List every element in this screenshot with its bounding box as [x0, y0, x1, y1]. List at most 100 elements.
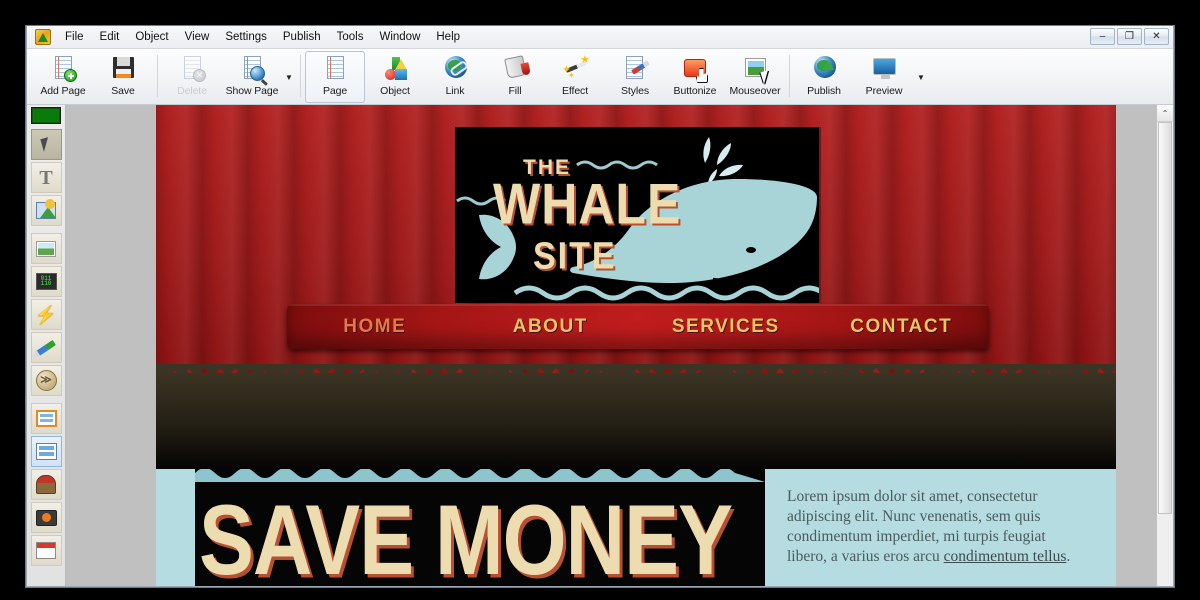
promo-banner[interactable]: SAVE MONEY [195, 469, 765, 586]
page-delete-icon: ✕ [177, 55, 207, 83]
sidebar-item-select-arrow-tool[interactable] [30, 129, 62, 160]
menu-item-help[interactable]: Help [428, 28, 468, 47]
zigzag-divider [156, 364, 1116, 376]
sidebar-item-marquee-tool[interactable]: ≫ [30, 365, 62, 396]
vertical-scrollbar[interactable]: ⌃ [1156, 105, 1173, 586]
toolbar-label: Show Page [225, 85, 279, 97]
color-swatch[interactable] [31, 107, 61, 124]
panel-icon [35, 443, 57, 460]
content-section: SAVE MONEY Lorem ipsum dolor sit amet, c… [156, 469, 1116, 586]
page-brush-icon [620, 55, 650, 83]
body-copy-text-end: . [1066, 548, 1071, 566]
body-copy-link[interactable]: condimentum tellus [944, 548, 1067, 565]
menu-item-object[interactable]: Object [127, 28, 176, 47]
sidebar-item-calendar-tool[interactable] [30, 535, 62, 566]
toolbar-label: Link [445, 85, 465, 97]
design-canvas[interactable]: THE WHALE SITE HOME ABOUT SERVICES CONTA… [66, 105, 1173, 586]
toolbar-separator [789, 55, 790, 97]
sidebar-item-panel-tool[interactable] [30, 436, 62, 467]
toolbar-link-button[interactable]: Link [425, 51, 485, 103]
toolbar-buttonize-button[interactable]: Buttonize [665, 51, 725, 103]
form-icon [35, 410, 57, 427]
scroll-up-arrow-icon[interactable]: ⌃ [1157, 105, 1173, 122]
page-add-icon [48, 55, 78, 83]
main-toolbar: Add Page Save ✕ Delete Show Page ▼ Page … [27, 49, 1173, 105]
nav-link-services[interactable]: SERVICES [638, 316, 814, 338]
code-monitor-icon: 011 110 [35, 273, 57, 290]
nav-link-home[interactable]: HOME [287, 316, 463, 338]
toolbar-label: Page [322, 85, 348, 97]
toolbar-preview-button[interactable]: Preview [854, 51, 914, 103]
toolbar-effect-button[interactable]: ✦ ★ ✦ Effect [545, 51, 605, 103]
toolbar-save-button[interactable]: Save [93, 51, 153, 103]
floppy-disk-icon [108, 55, 138, 83]
site-logo[interactable]: THE WHALE SITE [455, 127, 821, 303]
sidebar-item-eyedropper-tool[interactable] [30, 332, 62, 363]
canvas-scroll-area[interactable]: THE WHALE SITE HOME ABOUT SERVICES CONTA… [66, 105, 1156, 586]
arrow-cursor-icon [40, 137, 52, 152]
jukebox-icon [36, 475, 56, 494]
window-controls: – ❐ ✕ [1090, 28, 1169, 45]
web-page-preview[interactable]: THE WHALE SITE HOME ABOUT SERVICES CONTA… [156, 105, 1116, 586]
menu-item-tools[interactable]: Tools [329, 28, 372, 47]
promo-headline: SAVE MONEY [199, 484, 733, 586]
menu-item-view[interactable]: View [177, 28, 218, 47]
lightning-bolt-icon: ⚡ [34, 304, 58, 325]
logo-line-whale: WHALE [493, 171, 682, 236]
toolbar-publish-button[interactable]: Publish [794, 51, 854, 103]
menu-item-settings[interactable]: Settings [217, 28, 275, 47]
toolbar-label: Preview [865, 85, 903, 97]
photo-arrow-cursor-icon [740, 55, 772, 84]
site-navigation[interactable]: HOME ABOUT SERVICES CONTACT [287, 304, 989, 349]
toolbar-object-button[interactable]: Object [365, 51, 425, 103]
menu-item-window[interactable]: Window [371, 28, 428, 47]
toolbar-add-page-button[interactable]: Add Page [33, 51, 93, 103]
scallop-wave-border [195, 469, 765, 482]
editor-body: T 011 110 ⚡ ≫ THE WHALE SITE HOME ABOUT … [27, 105, 1173, 586]
shapes-icon [380, 55, 410, 83]
sidebar-item-image-tool[interactable] [30, 233, 62, 264]
toolbar-mouseover-button[interactable]: Mouseover [725, 51, 785, 103]
picture-icon [36, 240, 56, 257]
sidebar-item-audio-tool[interactable] [30, 469, 62, 500]
sidebar-item-action-tool[interactable]: ⚡ [30, 299, 62, 330]
toolbar-styles-button[interactable]: Styles [605, 51, 665, 103]
body-copy: Lorem ipsum dolor sit amet, consectetur … [765, 469, 1116, 586]
menu-bar: File Edit Object View Settings Publish T… [27, 26, 1173, 49]
nav-link-about[interactable]: ABOUT [463, 316, 639, 338]
toolbar-label: Publish [807, 85, 841, 97]
toolbar-separator [157, 55, 158, 97]
preview-dropdown-caret[interactable]: ▼ [914, 51, 928, 103]
restore-button[interactable]: ❐ [1117, 28, 1142, 45]
nav-link-contact[interactable]: CONTACT [814, 316, 990, 338]
sidebar-item-shape-tool[interactable] [30, 195, 62, 226]
sidebar-item-html-code-tool[interactable]: 011 110 [30, 266, 62, 297]
show-page-dropdown-caret[interactable]: ▼ [282, 51, 296, 103]
sidebar-item-text-tool[interactable]: T [30, 162, 62, 193]
scrollbar-thumb[interactable] [1158, 122, 1172, 514]
toolbar-delete-button: ✕ Delete [162, 51, 222, 103]
sidebar-item-form-tool[interactable] [30, 403, 62, 434]
menu-item-file[interactable]: File [57, 28, 92, 47]
calendar-icon [36, 542, 56, 559]
minimize-button[interactable]: – [1090, 28, 1115, 45]
tool-palette: T 011 110 ⚡ ≫ [27, 105, 66, 586]
disc-chevrons-icon: ≫ [35, 370, 57, 391]
globe-link-icon [440, 55, 470, 83]
tv-player-icon [35, 509, 57, 526]
toolbar-label: Effect [561, 85, 589, 97]
close-button[interactable]: ✕ [1144, 28, 1169, 45]
toolbar-show-page-button[interactable]: Show Page [222, 51, 282, 103]
sidebar-item-video-tool[interactable] [30, 502, 62, 533]
toolbar-fill-button[interactable]: Fill [485, 51, 545, 103]
dark-band [156, 373, 1116, 469]
toolbar-separator [300, 55, 301, 97]
toolbar-page-button[interactable]: Page [305, 51, 365, 103]
toolbar-label: Add Page [40, 85, 86, 97]
button-hand-cursor-icon [680, 55, 710, 83]
menu-item-edit[interactable]: Edit [92, 28, 128, 47]
menu-item-publish[interactable]: Publish [275, 28, 329, 47]
scrollbar-track[interactable] [1157, 122, 1173, 586]
magic-wand-icon: ✦ ★ ✦ [562, 54, 590, 80]
toolbar-label: Save [111, 85, 135, 97]
